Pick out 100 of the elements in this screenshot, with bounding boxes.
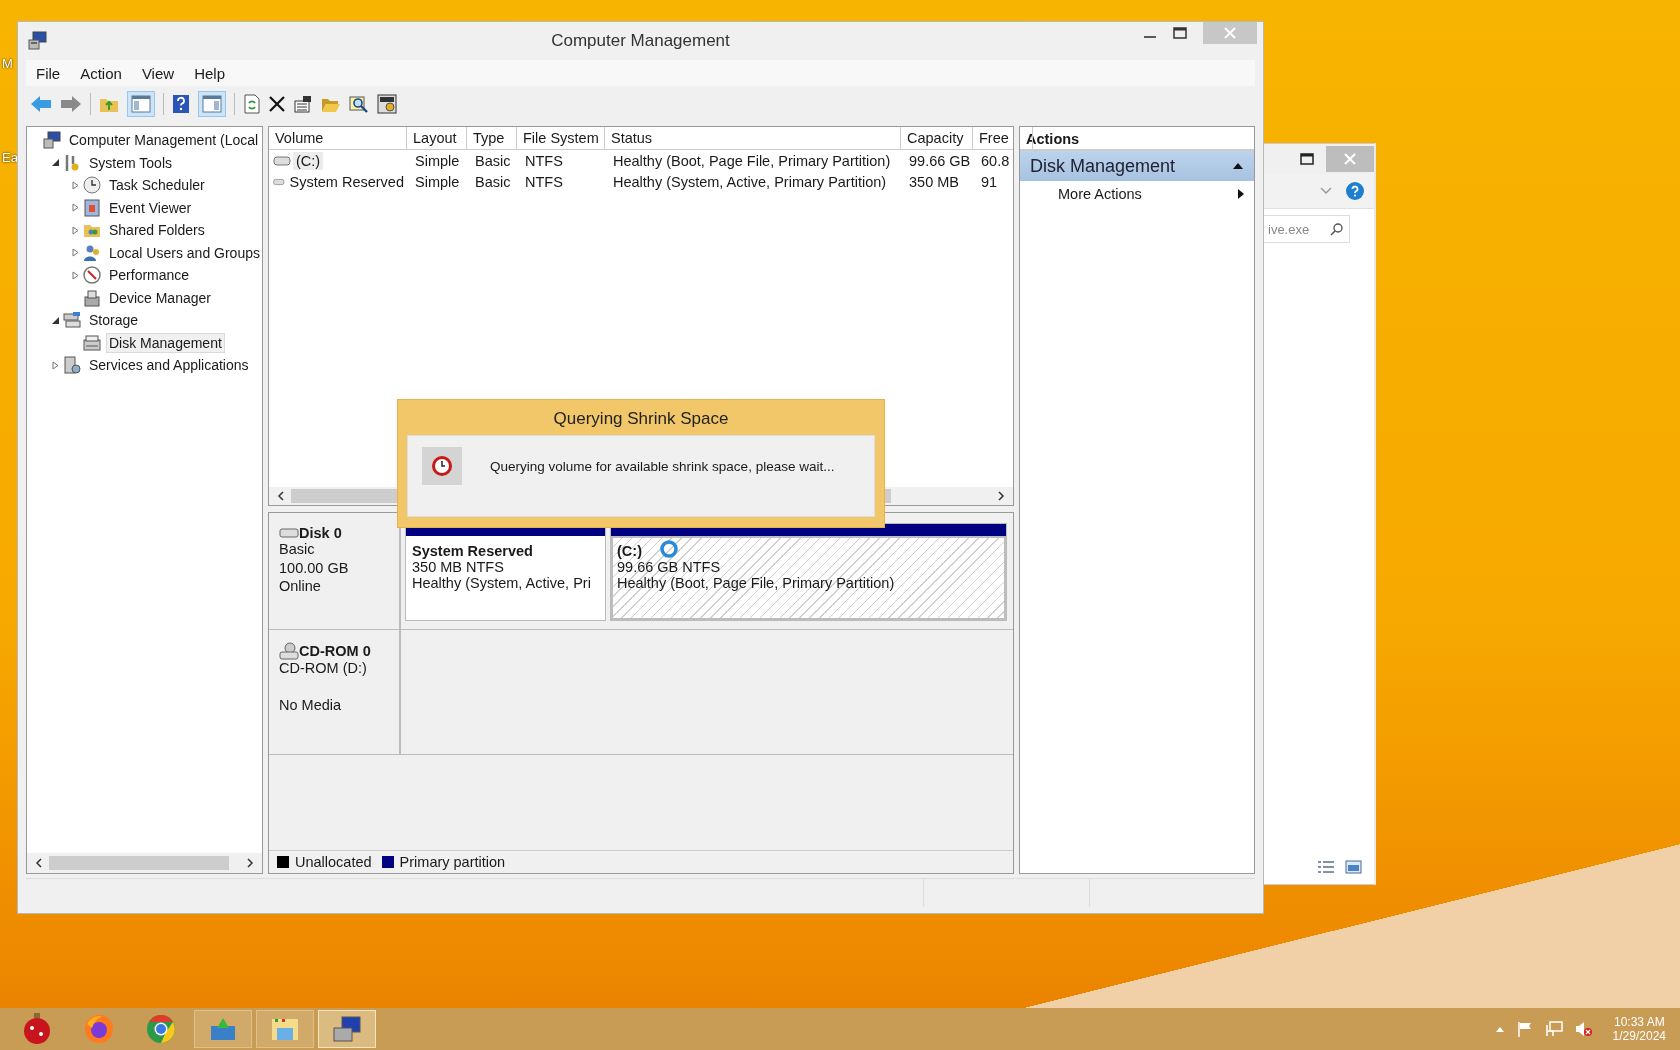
actions-section-header[interactable]: Disk Management [1020,151,1254,181]
expand-arrow-icon[interactable] [71,270,80,280]
alarm-clock-icon [422,447,462,485]
expand-arrow-icon[interactable] [51,360,60,370]
table-cell-text: 60.8 [980,152,1011,169]
tree-item[interactable]: Computer Management (Local [66,130,262,151]
column-header[interactable]: Type [467,127,517,149]
show-hide-tree-button[interactable] [127,91,155,117]
services-icon [63,356,81,375]
expand-arrow-icon[interactable] [71,203,80,213]
magnifier-icon[interactable] [349,95,369,113]
speaker-muted-icon[interactable] [1574,1021,1593,1037]
tree-item[interactable]: Shared Folders [106,220,208,241]
show-hide-action-pane-button[interactable] [198,91,226,117]
disk-info: Basic [279,541,316,559]
network-icon[interactable] [1544,1021,1563,1037]
expand-arrow-icon[interactable] [71,180,80,190]
tree-item[interactable]: Local Users and Groups [106,242,263,263]
folder-icon [270,1016,300,1042]
collapse-arrow-icon[interactable] [51,315,60,325]
submenu-arrow-icon [1238,189,1244,199]
table-cell[interactable]: (C:) [293,151,324,170]
scroll-left-icon[interactable] [35,858,43,868]
tree-item[interactable]: Services and Applications [86,355,252,376]
table-cell-text: NTFS [524,173,564,190]
clock-icon [83,176,101,195]
collapse-arrow-icon[interactable] [1232,162,1244,170]
taskbar-button[interactable] [318,1010,376,1048]
menu-item[interactable]: File [26,62,71,84]
tree-item[interactable]: System Tools [86,152,175,173]
device-icon [83,288,101,307]
table-cell-text: NTFS [524,152,564,169]
window-title: Computer Management [551,31,730,51]
tree-item[interactable]: Device Manager [106,287,214,308]
partition-status: Healthy (Boot, Page File, Primary Partition) [617,575,895,591]
column-header[interactable]: Status [605,127,901,149]
table-cell-text: Basic [474,152,512,169]
maximize-icon[interactable] [1173,27,1187,39]
table-cell-text: Simple [414,152,461,169]
storage-icon [63,311,81,330]
tree-item[interactable]: Event Viewer [106,197,195,218]
computer-icon [43,131,61,150]
tree-item[interactable]: Performance [106,265,193,286]
close-icon [1224,27,1236,39]
users-icon [83,243,101,262]
disk-status: No Media [279,697,343,715]
disk-settings-icon[interactable] [377,94,397,114]
delete-icon[interactable] [269,96,285,112]
expand-arrow-icon[interactable] [71,248,80,258]
expand-arrow-icon[interactable] [71,225,80,235]
table-cell-text: 99.66 GB [908,152,972,169]
column-header[interactable]: Volume [269,127,407,149]
details-view-icon[interactable] [1317,860,1335,874]
close-icon [1344,153,1356,165]
action-item[interactable]: More Actions [1020,181,1254,207]
table-cell-text: Healthy (System, Active, Primary Partition) [612,173,888,190]
caret-up-icon[interactable] [1494,1026,1505,1032]
monitor-arrow-icon [209,1016,237,1042]
partition-name: (C:) [617,543,642,559]
legend-label: Unallocated [295,854,372,870]
tools-icon [63,153,81,172]
tree-item[interactable]: Task Scheduler [106,175,208,196]
table-cell-text: Healthy (Boot, Page File, Primary Partition) [612,152,892,169]
legend-label: Primary partition [399,854,506,870]
dialog-title: Querying Shrink Space [553,409,729,429]
partition-block[interactable]: (C:) 99.66 GB NTFS Healthy (Boot, Page File, Primary Partition) [610,523,1007,621]
menu-item[interactable]: Action [70,62,132,84]
help-icon[interactable] [1346,182,1364,200]
forward-arrow-icon[interactable] [60,95,82,113]
viewer-icon [83,198,101,217]
disk-icon [83,333,101,352]
disk-name: CD-ROM 0 [299,643,371,659]
scroll-right-icon[interactable] [997,491,1005,501]
disk-info: 100.00 GB [279,559,350,578]
preview-view-icon[interactable] [1345,860,1362,874]
chevron-down-icon[interactable] [1320,187,1332,195]
scroll-right-icon[interactable] [246,858,254,868]
collapse-arrow-icon[interactable] [51,158,60,168]
refresh-icon[interactable] [243,94,261,114]
maximize-icon[interactable] [1300,153,1314,165]
column-header[interactable]: Capacity [901,127,973,149]
scroll-left-icon[interactable] [277,491,285,501]
drive-icon [273,176,285,187]
partition-size: 350 MB NTFS [412,559,504,575]
table-cell[interactable]: System Reserved [286,172,407,191]
disk-name: Disk 0 [299,525,342,541]
tree-item[interactable]: Storage [86,310,142,331]
menu-item[interactable]: View [131,62,185,84]
column-header[interactable]: Layout [407,127,467,149]
partition-status: Healthy (System, Active, Pri [412,575,591,591]
table-cell-text: 91 [980,173,999,190]
column-header[interactable]: File System [517,127,605,149]
properties-icon[interactable] [293,95,313,113]
menu-item[interactable]: Help [184,62,235,84]
desktop-icon-label: Ea [2,150,18,165]
help-icon[interactable] [172,94,190,114]
table-cell-text: 350 MB [908,173,960,190]
flag-icon[interactable] [1516,1021,1533,1037]
back-arrow-icon[interactable] [30,95,52,113]
tree-item[interactable]: Disk Management [106,332,225,353]
